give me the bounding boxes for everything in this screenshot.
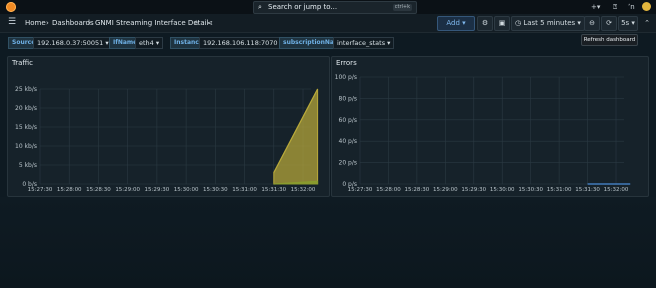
variable-select-subscription[interactable]: interface_stats ▾ bbox=[333, 37, 395, 49]
y-tick-label: 40 p/s bbox=[339, 138, 358, 145]
search-shortcut: ctrl+k bbox=[392, 4, 412, 11]
plus-icon[interactable]: +▾ bbox=[591, 2, 600, 12]
breadcrumb-separator: › bbox=[46, 19, 49, 27]
breadcrumb-home[interactable]: Home bbox=[25, 17, 46, 29]
y-tick-label: 15 kb/s bbox=[15, 124, 37, 131]
x-tick-label: 15:28:30 bbox=[86, 187, 111, 193]
y-tick-label: 60 p/s bbox=[339, 117, 358, 124]
settings-icon[interactable]: ⚙ bbox=[477, 16, 493, 31]
y-tick-label: 80 p/s bbox=[339, 95, 358, 102]
x-tick-label: 15:29:00 bbox=[115, 187, 140, 193]
x-tick-label: 15:30:00 bbox=[490, 187, 515, 193]
breadcrumb-dashboard-title: GNMI Streaming Interface Detail bbox=[95, 19, 209, 27]
y-tick-label: 5 kb/s bbox=[19, 162, 37, 169]
menu-icon[interactable]: ☰ bbox=[8, 17, 16, 27]
search-input[interactable]: ⌕ Search or jump to... ctrl+k bbox=[253, 1, 417, 14]
search-icon: ⌕ bbox=[258, 3, 262, 11]
errors-panel[interactable]: Errors 0 p/s 20 p/s 40 p/s 60 p/s 80 p/s 100 … bbox=[331, 56, 649, 197]
refresh-icon[interactable]: ⟳ bbox=[601, 16, 617, 31]
x-tick-label: 15:28:30 bbox=[405, 187, 430, 193]
x-tick-label: 15:29:30 bbox=[145, 187, 170, 193]
breadcrumb-separator: › bbox=[88, 19, 91, 27]
x-tick-label: 15:29:30 bbox=[461, 187, 486, 193]
search-placeholder: Search or jump to... bbox=[268, 3, 338, 11]
refresh-tooltip: Refresh dashboard bbox=[581, 34, 638, 46]
add-button[interactable]: Add ▾ bbox=[437, 16, 475, 31]
x-tick-label: 15:28:00 bbox=[57, 187, 82, 193]
collapse-icon[interactable]: ⌃ bbox=[640, 16, 654, 31]
y-tick-label: 20 p/s bbox=[339, 160, 358, 167]
x-tick-label: 15:31:00 bbox=[547, 187, 572, 193]
user-avatar-icon[interactable] bbox=[642, 2, 651, 11]
y-tick-label: 100 p/s bbox=[335, 74, 357, 81]
time-range-picker[interactable]: ◷ Last 5 minutes ▾ bbox=[511, 16, 585, 31]
x-tick-label: 15:31:30 bbox=[575, 187, 600, 193]
x-tick-label: 15:30:30 bbox=[203, 187, 228, 193]
x-tick-label: 15:31:00 bbox=[232, 187, 257, 193]
variable-select-instance[interactable]: 192.168.106.118:7070 ▾ bbox=[199, 37, 287, 49]
x-tick-label: 15:30:00 bbox=[174, 187, 199, 193]
x-tick-label: 15:31:30 bbox=[261, 187, 286, 193]
star-icon[interactable]: ☆ bbox=[193, 17, 199, 29]
x-tick-label: 15:30:30 bbox=[518, 187, 543, 193]
rss-icon[interactable]: ʼn bbox=[628, 2, 635, 12]
traffic-panel[interactable]: Traffic 0 b/s 5 kb/s 10 kb/s 15 kb/s 20 kb/s… bbox=[7, 56, 330, 197]
x-tick-label: 15:32:00 bbox=[291, 187, 316, 193]
y-tick-label: 20 kb/s bbox=[15, 105, 37, 112]
dashboard-navbar: ☰ Home › Dashboards › GNMI Streaming Int… bbox=[0, 14, 656, 33]
y-tick-label: 10 kb/s bbox=[15, 143, 37, 150]
refresh-interval-picker[interactable]: 5s ▾ bbox=[618, 16, 638, 31]
x-tick-label: 15:27:30 bbox=[28, 187, 53, 193]
share-icon[interactable]: ⋖ bbox=[207, 17, 213, 29]
top-bar: ⌕ Search or jump to... ctrl+k +▾ ⍰ ʼn bbox=[0, 0, 656, 15]
traffic-chart[interactable]: 0 b/s5 kb/s10 kb/s15 kb/s20 kb/s25 kb/s1… bbox=[8, 57, 329, 196]
variable-select-ifname[interactable]: eth4 ▾ bbox=[135, 37, 164, 49]
errors-chart[interactable]: 0 p/s20 p/s40 p/s60 p/s80 p/s100 p/s15:2… bbox=[332, 57, 648, 196]
variable-select-source[interactable]: 192.168.0.37:50051 ▾ bbox=[33, 37, 113, 49]
x-tick-label: 15:27:30 bbox=[348, 187, 373, 193]
grafana-logo-icon[interactable] bbox=[6, 2, 16, 12]
variables-bar: Source 192.168.0.37:50051 ▾ IfName eth4 … bbox=[0, 32, 656, 52]
help-icon[interactable]: ⍰ bbox=[613, 2, 617, 12]
series-area bbox=[273, 88, 319, 185]
save-icon[interactable]: ▣ bbox=[494, 16, 510, 31]
x-tick-label: 15:28:00 bbox=[376, 187, 401, 193]
x-tick-label: 15:32:00 bbox=[604, 187, 629, 193]
y-tick-label: 25 kb/s bbox=[15, 86, 37, 93]
x-tick-label: 15:29:00 bbox=[433, 187, 458, 193]
dashboard-empty-area bbox=[0, 197, 656, 288]
zoom-out-icon[interactable]: ⊖ bbox=[584, 16, 600, 31]
